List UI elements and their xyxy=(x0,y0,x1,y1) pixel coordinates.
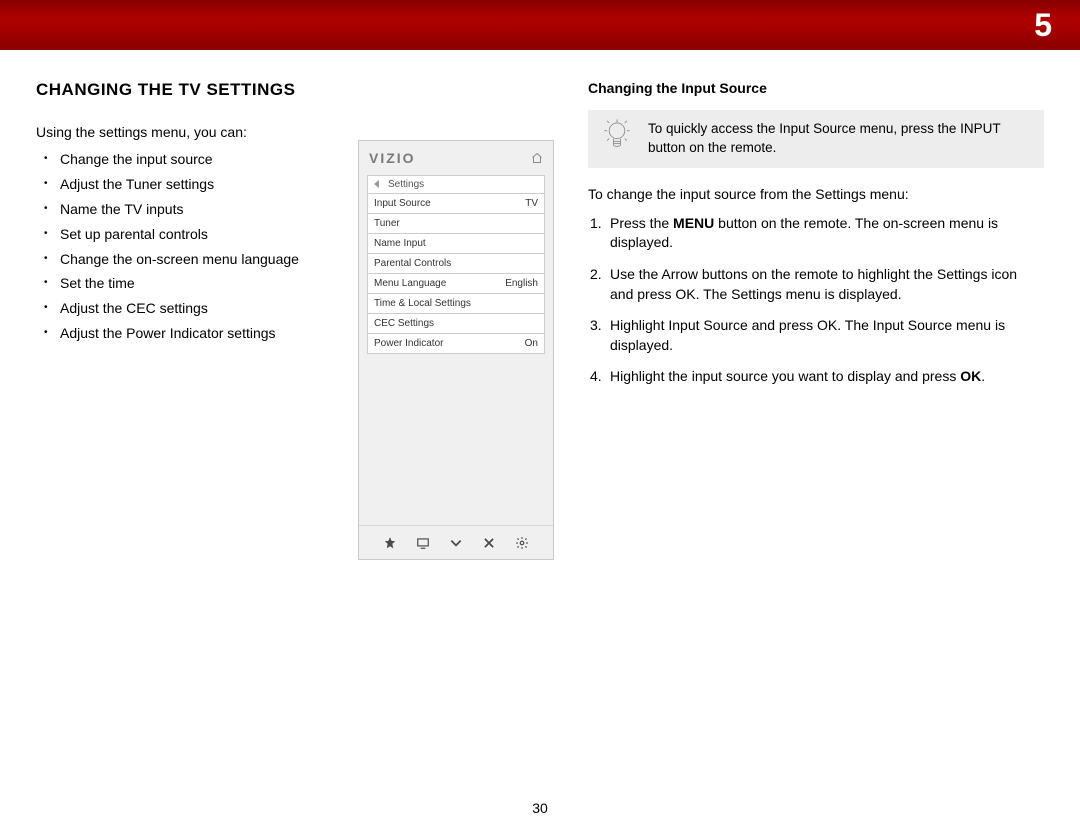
back-triangle-icon xyxy=(374,180,379,188)
tv-row-label: Name Input xyxy=(374,238,426,249)
tv-row-label: Tuner xyxy=(374,218,400,229)
step-item: Highlight Input Source and press OK. The… xyxy=(610,316,1044,355)
screen-icon xyxy=(415,536,431,550)
chapter-number: 5 xyxy=(1034,7,1052,44)
list-item: Adjust the Power Indicator settings xyxy=(60,324,324,343)
tv-row-time: Time & Local Settings xyxy=(367,293,545,313)
list-item: Set up parental controls xyxy=(60,225,324,244)
chapter-bar: 5 xyxy=(0,0,1080,50)
list-item: Adjust the Tuner settings xyxy=(60,175,324,194)
gear-icon xyxy=(514,536,530,550)
tv-row-input-source: Input Source TV xyxy=(367,193,545,213)
tv-row-label: Parental Controls xyxy=(374,258,451,269)
tv-row-value: English xyxy=(505,278,538,289)
tip-text: To quickly access the Input Source menu,… xyxy=(648,121,1000,155)
step-text: . xyxy=(981,368,985,384)
page-number: 30 xyxy=(0,800,1080,816)
capabilities-list: Change the input source Adjust the Tuner… xyxy=(36,150,324,343)
list-item: Set the time xyxy=(60,274,324,293)
step-item: Highlight the input source you want to d… xyxy=(610,367,1044,387)
tv-row-label: Input Source xyxy=(374,198,431,209)
tv-row-parental: Parental Controls xyxy=(367,253,545,273)
menu-bold: MENU xyxy=(673,215,714,231)
list-item: Name the TV inputs xyxy=(60,200,324,219)
chevron-down-icon xyxy=(448,536,464,550)
lead-text: To change the input source from the Sett… xyxy=(588,186,1044,202)
list-item: Adjust the CEC settings xyxy=(60,299,324,318)
step-text: Highlight the input source you want to d… xyxy=(610,368,960,384)
tv-row-name-input: Name Input xyxy=(367,233,545,253)
middle-column: VIZIO Settings Input Source TV Tuner Name… xyxy=(358,80,554,560)
tv-menu-illustration: VIZIO Settings Input Source TV Tuner Name… xyxy=(358,140,554,560)
steps-list: Press the MENU button on the remote. The… xyxy=(588,214,1044,387)
right-column: Changing the Input Source To quickly acc… xyxy=(588,80,1044,560)
list-item: Change the input source xyxy=(60,150,324,169)
home-icon xyxy=(531,152,543,164)
tv-row-label: CEC Settings xyxy=(374,318,434,329)
tv-footer xyxy=(359,525,553,559)
star-icon xyxy=(382,536,398,550)
tv-row-label: Time & Local Settings xyxy=(374,298,471,309)
tv-row-power-indicator: Power Indicator On xyxy=(367,333,545,354)
ok-bold: OK xyxy=(960,368,981,384)
list-item: Change the on-screen menu language xyxy=(60,250,324,269)
vizio-logo: VIZIO xyxy=(369,150,416,166)
left-column: CHANGING THE TV SETTINGS Using the setti… xyxy=(36,80,324,560)
tv-row-language: Menu Language English xyxy=(367,273,545,293)
tip-callout: To quickly access the Input Source menu,… xyxy=(588,110,1044,168)
tv-row-cec: CEC Settings xyxy=(367,313,545,333)
tv-menu-title-label: Settings xyxy=(388,179,424,190)
step-item: Press the MENU button on the remote. The… xyxy=(610,214,1044,253)
tv-row-value: TV xyxy=(525,198,538,209)
tv-menu-title: Settings xyxy=(367,175,545,193)
step-text: Press the xyxy=(610,215,673,231)
subsection-heading: Changing the Input Source xyxy=(588,80,1044,96)
page-body: CHANGING THE TV SETTINGS Using the setti… xyxy=(0,50,1080,570)
lightbulb-icon xyxy=(602,118,632,152)
close-icon xyxy=(481,536,497,550)
tv-row-label: Power Indicator xyxy=(374,338,443,349)
tv-row-tuner: Tuner xyxy=(367,213,545,233)
intro-text: Using the settings menu, you can: xyxy=(36,124,324,140)
section-heading: CHANGING THE TV SETTINGS xyxy=(36,80,324,100)
tv-header: VIZIO xyxy=(359,141,553,175)
step-item: Use the Arrow buttons on the remote to h… xyxy=(610,265,1044,304)
tv-body: Settings Input Source TV Tuner Name Input… xyxy=(359,175,553,525)
tv-row-label: Menu Language xyxy=(374,278,446,289)
tv-row-value: On xyxy=(525,338,538,349)
